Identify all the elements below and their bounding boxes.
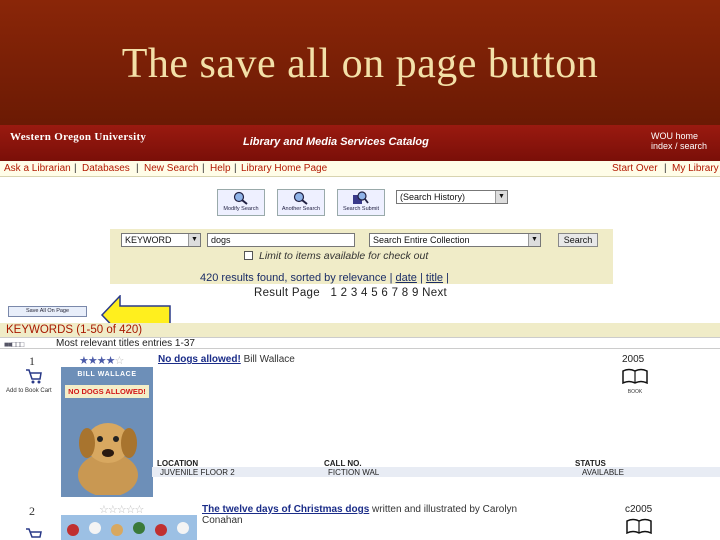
catalog-banner: Western Oregon University Library and Me… <box>0 125 720 161</box>
callno-value[interactable]: FICTION WAL <box>328 468 379 477</box>
relevance-text: Most relevant titles entries 1-37 <box>56 338 195 349</box>
format-book: BOOK <box>621 368 649 395</box>
book-cover-image[interactable]: BILL WALLACE NO DOGS ALLOWED! <box>61 367 153 497</box>
nav-ask-librarian[interactable]: Ask a Librarian <box>4 163 71 174</box>
result-title-link[interactable]: No dogs allowed! <box>158 354 241 365</box>
nav-new-search[interactable]: New Search <box>144 163 198 174</box>
christmas-dogs-illustration <box>61 515 197 540</box>
modify-search-button[interactable]: Modify Search <box>217 189 265 216</box>
slide-title: The save all on page button <box>121 41 599 87</box>
results-summary: 420 results found, sorted by relevance |… <box>200 272 449 284</box>
search-submit-icon <box>353 191 369 204</box>
relevance-bar: ■■□□□ Most relevant titles entries 1-37 <box>0 337 720 349</box>
wou-home-link[interactable]: WOU home index / search <box>651 131 719 151</box>
nav-library-home[interactable]: Library Home Page <box>241 163 327 174</box>
search-type-select[interactable]: KEYWORD ▼ <box>121 233 201 247</box>
location-value: JUVENILE FLOOR 2 <box>160 468 235 477</box>
keywords-heading: KEYWORDS (1-50 of 420) <box>6 324 143 336</box>
chevron-down-icon: ▼ <box>528 234 540 246</box>
book-icon <box>626 518 652 535</box>
result-year: 2005 <box>622 354 645 365</box>
result-number: 1 <box>29 354 35 368</box>
cart-icon <box>26 369 42 384</box>
magnifier-icon <box>293 191 308 205</box>
pager-pages[interactable]: 1 2 3 4 5 6 7 8 9 Next <box>330 287 447 299</box>
limit-checkbox[interactable] <box>244 251 253 260</box>
magnifier-icon <box>233 191 248 205</box>
chevron-down-icon: ▼ <box>188 234 200 246</box>
slide-header: The save all on page button <box>0 0 720 125</box>
search-history-select[interactable]: (Search History) ▼ <box>396 190 508 204</box>
format-book <box>625 518 653 539</box>
result-number: 2 <box>29 504 35 518</box>
holdings-row <box>152 467 720 477</box>
nav-help[interactable]: Help <box>210 163 231 174</box>
sort-date-link[interactable]: date <box>396 272 417 284</box>
status-value: AVAILABLE <box>582 468 624 477</box>
catalog-screenshot: Western Oregon University Library and Me… <box>0 125 720 540</box>
nav-databases[interactable]: Databases <box>82 163 130 174</box>
nav-linkbar: Ask a Librarian | Databases | New Search… <box>0 161 720 177</box>
search-submit-button[interactable]: Search Submit <box>337 189 385 216</box>
search-button[interactable]: Search <box>558 233 598 247</box>
catalog-title: Library and Media Services Catalog <box>243 136 429 148</box>
book-icon <box>622 368 648 385</box>
add-to-cart-button[interactable] <box>6 527 42 540</box>
add-to-cart-button[interactable]: Add to Book Cart <box>6 368 52 394</box>
institution-name[interactable]: Western Oregon University <box>10 131 146 143</box>
search-scope-select[interactable]: Search Entire Collection ▼ <box>369 233 541 247</box>
chevron-down-icon: ▼ <box>495 191 507 203</box>
result-year: c2005 <box>625 504 653 515</box>
rating-stars-icon: ★★★★☆ <box>79 355 124 367</box>
puppy-illustration <box>78 423 138 495</box>
keywords-bar: KEYWORDS (1-50 of 420) <box>0 323 720 337</box>
result-title-line: No dogs allowed! Bill Wallace <box>158 354 295 365</box>
relevance-boxes-icon: ■■□□□ <box>4 340 24 349</box>
another-search-button[interactable]: Another Search <box>277 189 325 216</box>
result-pager: Result Page 1 2 3 4 5 6 7 8 9 Next <box>254 287 448 299</box>
nav-start-over[interactable]: Start Over <box>612 163 658 174</box>
result-author-continued: Conahan <box>202 515 243 526</box>
search-query-input[interactable]: dogs <box>207 233 355 247</box>
limit-available-option[interactable]: Limit to items available for check out <box>244 250 428 262</box>
book-cover-image[interactable] <box>61 515 197 540</box>
sort-title-link[interactable]: title <box>426 272 443 284</box>
result-title-link[interactable]: The twelve days of Christmas dogs <box>202 504 369 515</box>
result-title-line: The twelve days of Christmas dogs writte… <box>202 504 518 515</box>
nav-my-library[interactable]: My Library <box>672 163 719 174</box>
cart-icon <box>26 528 42 538</box>
save-all-on-page-button[interactable]: Save All On Page <box>8 306 87 317</box>
